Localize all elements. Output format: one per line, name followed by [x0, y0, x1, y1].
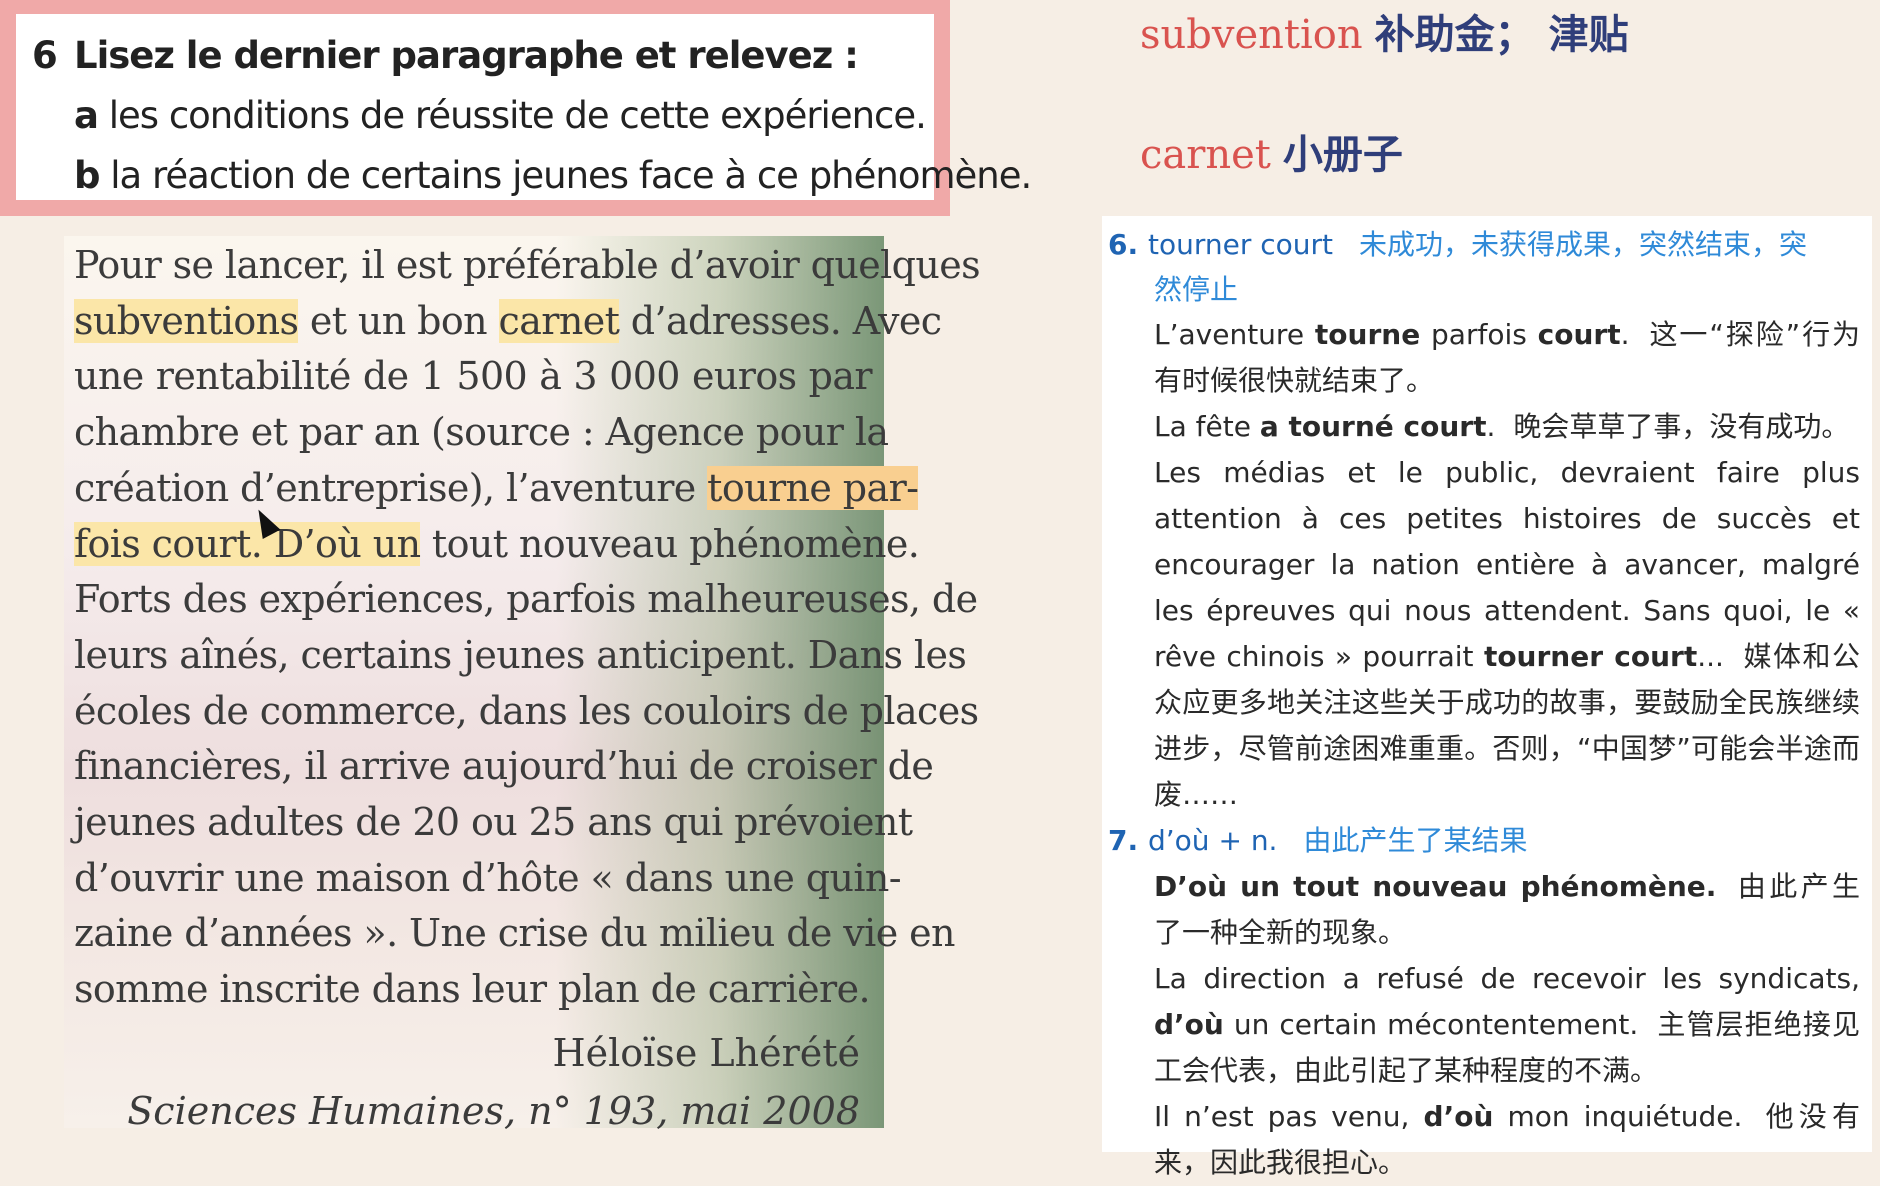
dict-example: La direction a refusé de recevoir les sy… — [1108, 956, 1860, 1094]
vocab-note-subvention: subvention 补助金； 津贴 — [1140, 2, 1629, 60]
dict-entry-header: 6. tourner court 未成功，未获得成果，突然结束，突 — [1108, 222, 1860, 268]
dict-example: L’aventure tourne parfois court. 这一“探险”行为… — [1108, 312, 1860, 404]
passage-author: Héloïse Lhérété — [552, 1030, 861, 1075]
passage-text: tout nouveau phénomène. — [420, 521, 920, 566]
dict-entry-header: 7. d’où + n. 由此产生了某结果 — [1108, 818, 1860, 864]
highlight-tourne-parfois: tourne par- — [707, 465, 919, 510]
exercise-card: 6 Lisez le dernier paragraphe et relevez … — [16, 14, 1032, 200]
dict-entry-term: d’où + n. — [1148, 824, 1278, 857]
example-fr-bold: d’où — [1154, 1008, 1224, 1041]
exercise-number: 6 — [32, 34, 58, 77]
passage-line: jeunes adultes de 20 ou 25 ans qui prévo… — [74, 795, 913, 851]
passage-text: zaine d’années ». Une crise du milieu de… — [74, 911, 955, 956]
passage-text: jeunes adultes de 20 ou 25 ans qui prévo… — [74, 800, 913, 845]
passage-text: Forts des expériences, parfois malheureu… — [74, 577, 978, 622]
passage-line: d’ouvrir une maison d’hôte « dans une qu… — [74, 851, 902, 907]
example-fr: un certain mécontentement. — [1223, 1008, 1639, 1041]
vocab-word: carnet — [1140, 132, 1271, 178]
highlight-subventions: subventions — [74, 298, 299, 343]
passage-text: Pour se lancer, il est préférable d’avoi… — [74, 243, 981, 287]
vocab-translation: 小册子 — [1282, 132, 1403, 178]
passage-text: d’ouvrir une maison d’hôte « dans une qu… — [74, 855, 902, 900]
vocab-note-carnet: carnet 小册子 — [1140, 122, 1403, 180]
example-fr-bold: court — [1537, 318, 1621, 351]
passage-line: leurs aînés, certains jeunes anticipent.… — [74, 628, 967, 684]
exercise-instruction-line: 6 Lisez le dernier paragraphe et relevez … — [32, 26, 918, 86]
passage-line: une rentabilité de 1 500 à 3 000 euros p… — [74, 349, 873, 405]
passage-source-text: Sciences Humaines, n° 193, mai 2008 — [127, 1088, 860, 1133]
exercise-item-letter: b — [74, 154, 100, 197]
vocab-translation: 补助金； 津贴 — [1374, 12, 1629, 58]
passage-line: création d’entreprise), l’aventure tourn… — [74, 461, 919, 517]
dict-entry-number: 7. — [1108, 824, 1139, 857]
example-fr-bold: d’où — [1423, 1100, 1494, 1133]
example-fr: La fête — [1154, 410, 1260, 443]
example-fr: mon inquiétude. — [1493, 1100, 1743, 1133]
dict-entry-definition-cont: 然停止 — [1154, 273, 1239, 306]
passage-text: écoles de commerce, dans les couloirs de… — [74, 688, 979, 733]
dict-example: Les médias et le public, devraient faire… — [1108, 450, 1860, 818]
passage-line: Forts des expériences, parfois malheureu… — [74, 572, 978, 628]
example-fr: ... — [1697, 640, 1724, 673]
exercise-item-text: les conditions de réussite de cette expé… — [108, 94, 927, 137]
dict-example: D’où un tout nouveau phénomène. 由此产生了一种全新… — [1108, 864, 1860, 956]
dict-entry-definition: 未成功，未获得成果，突然结束，突 — [1359, 228, 1808, 261]
passage-line: subventions et un bon carnet d’adresses.… — [74, 294, 942, 350]
passage-text: financières, il arrive aujourd’hui de cr… — [74, 744, 934, 789]
example-fr: parfois — [1420, 318, 1538, 351]
example-zh: 晚会草草了事，没有成功。 — [1513, 410, 1850, 443]
dict-example: La fête a tourné court. 晚会草草了事，没有成功。 — [1108, 404, 1860, 450]
exercise-instruction: Lisez le dernier paragraphe et relevez : — [74, 34, 859, 77]
passage-source: Sciences Humaines, n° 193, mai 2008 — [74, 1082, 872, 1140]
example-fr: . — [1486, 410, 1496, 443]
passage-text: chambre et par an (source : Agence pour … — [74, 410, 889, 455]
passage-line: fois court. D’où un tout nouveau phénomè… — [74, 517, 920, 573]
passage-line: écoles de commerce, dans les couloirs de… — [74, 684, 979, 740]
dictionary-panel: 6. tourner court 未成功，未获得成果，突然结束，突 然停止 L’av… — [1102, 216, 1872, 1179]
passage-text: d’adresses. Avec — [619, 298, 942, 343]
dict-example: Il n’est pas venu, d’où mon inquiétude. 他… — [1108, 1094, 1860, 1186]
textbook-passage: Pour se lancer, il est préférable d’avoi… — [64, 236, 981, 1133]
passage-line: Pour se lancer, il est préférable d’avoi… — [74, 238, 981, 294]
dict-entry-number: 6. — [1108, 228, 1139, 261]
passage-text: leurs aînés, certains jeunes anticipent.… — [74, 632, 967, 677]
exercise-item-text: la réaction de certains jeunes face à ce… — [110, 154, 1032, 197]
example-fr-bold: D’où un tout nouveau phénomène. — [1154, 870, 1717, 903]
dict-entry-term: tourner court — [1148, 228, 1334, 261]
passage-line: zaine d’années ». Une crise du milieu de… — [74, 906, 955, 962]
exercise-item-a: a les conditions de réussite de cette ex… — [32, 86, 927, 146]
highlight-carnet: carnet — [498, 298, 620, 343]
passage-line: somme inscrite dans leur plan de carrièr… — [74, 962, 872, 1018]
vocab-word: subvention — [1140, 12, 1363, 58]
dict-entry-definition: 由此产生了某结果 — [1303, 824, 1528, 857]
exercise-item-b: b la réaction de certains jeunes face à … — [32, 146, 1032, 206]
passage-text: une rentabilité de 1 500 à 3 000 euros p… — [74, 354, 873, 399]
exercise-box: 6 Lisez le dernier paragraphe et relevez … — [0, 0, 1032, 216]
example-fr-bold: tourner court — [1483, 640, 1698, 673]
passage-line: chambre et par an (source : Agence pour … — [74, 405, 889, 461]
passage-text: et un bon — [298, 298, 499, 343]
passage-text: somme inscrite dans leur plan de carrièr… — [74, 967, 871, 1012]
highlight-fois-court: fois court. — [74, 521, 263, 566]
example-fr: Il n’est pas venu, — [1154, 1100, 1424, 1133]
example-fr-bold: tourne — [1314, 318, 1421, 351]
example-fr: L’aventure — [1154, 318, 1315, 351]
highlight-d-ou-un: D’où un — [262, 521, 421, 566]
passage-text: création d’entreprise), l’aventure — [74, 465, 708, 510]
example-fr: La direction a refusé de recevoir les sy… — [1154, 962, 1860, 995]
passage-line: financières, il arrive aujourd’hui de cr… — [74, 739, 934, 795]
example-fr: . — [1620, 318, 1630, 351]
exercise-item-letter: a — [74, 94, 99, 137]
example-fr-bold: a tourné court — [1259, 410, 1487, 443]
